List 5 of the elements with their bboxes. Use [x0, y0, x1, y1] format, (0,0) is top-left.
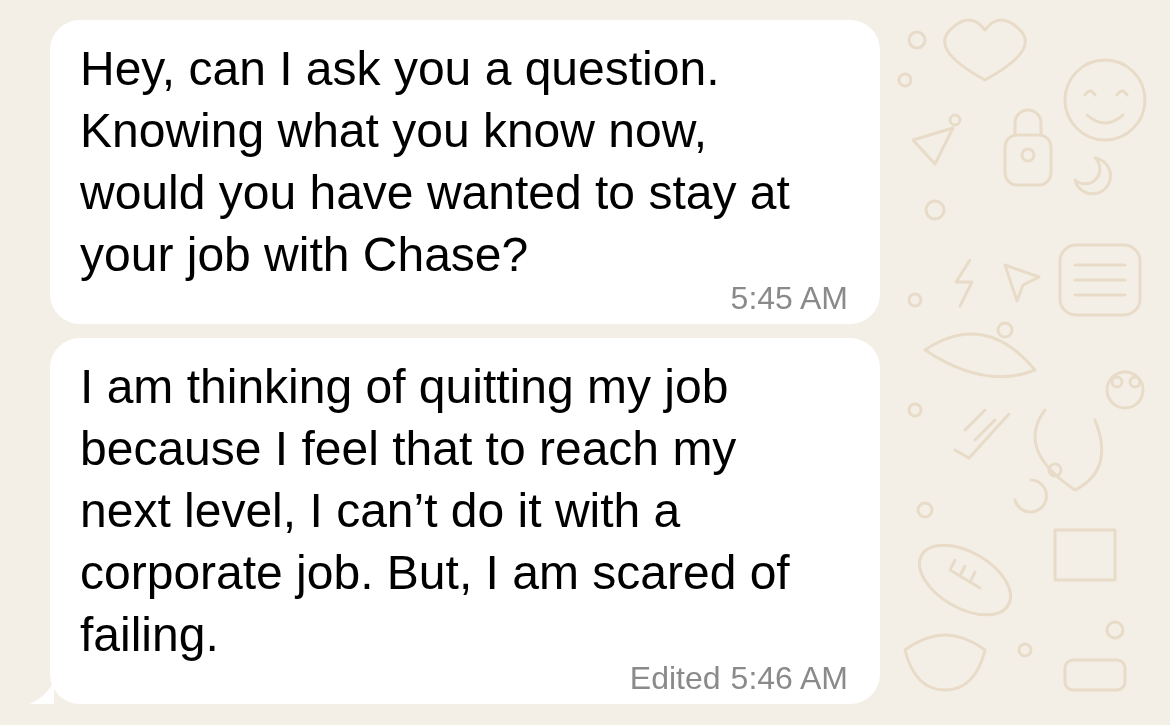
message-time: 5:45 AM: [730, 286, 848, 310]
message-time: 5:46 AM: [730, 666, 848, 690]
message-text: I am thinking of quitting my job because I feel that to reach my next level, I can’t do it with a corporate job. But, I am scared of failing.: [80, 359, 791, 663]
edited-label: Edited: [629, 666, 721, 690]
message-text: Hey, can I ask you a question. Knowing what you know now, would you have wanted to stay at your job with Chase?: [80, 41, 791, 283]
